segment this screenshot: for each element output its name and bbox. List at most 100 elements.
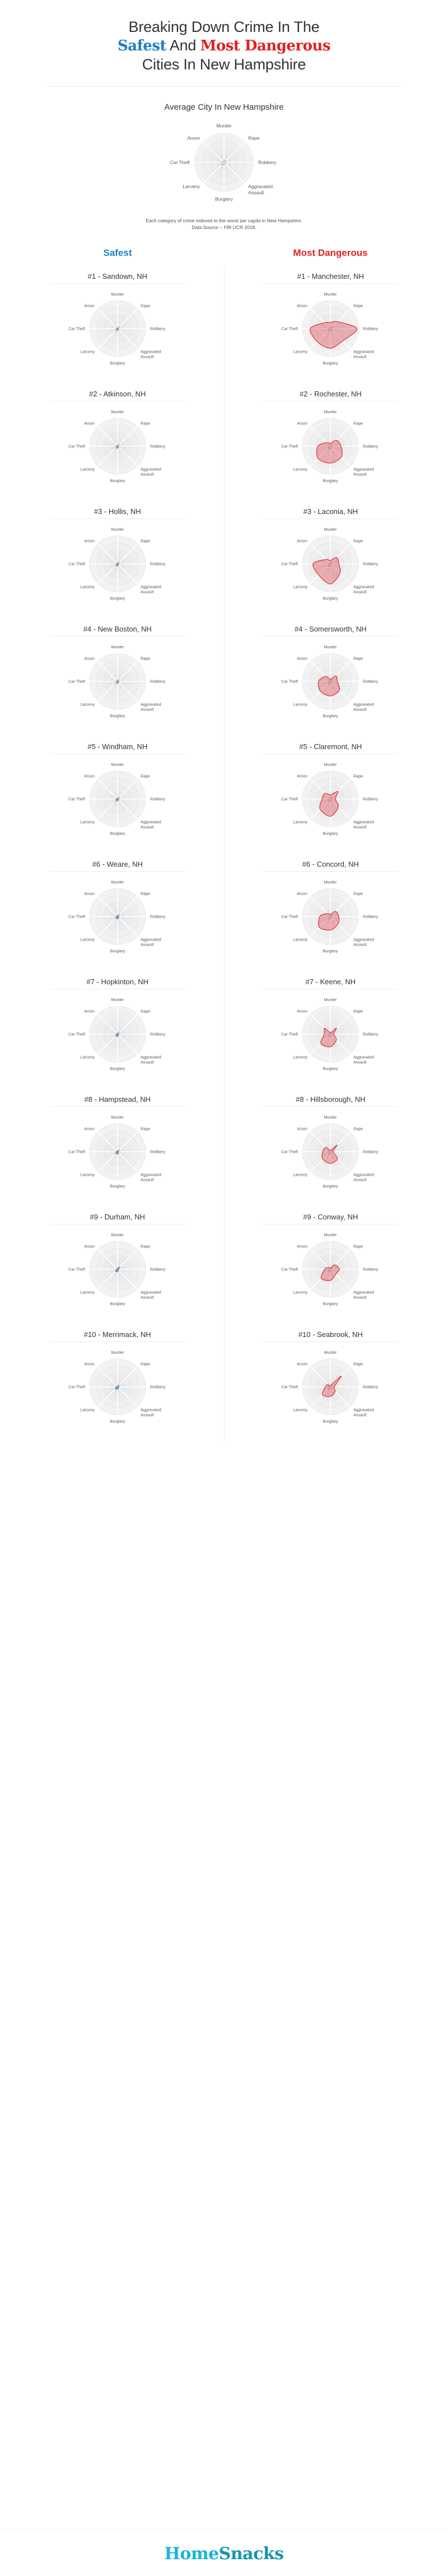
radar-axis-label: Larceny bbox=[80, 1289, 95, 1294]
radar-chart-safest-3: Murder Rape Robbery Aggravated Assault Burgla… bbox=[25, 519, 210, 617]
radar-svg: Murder Rape Robbery Aggravated Assault Burgla… bbox=[68, 1115, 165, 1189]
radar-series-shape bbox=[116, 445, 119, 448]
radar-axis-label: Car Theft bbox=[281, 914, 298, 919]
radar-axis-label: Murder bbox=[111, 644, 124, 649]
radar-chart-dangerous-3: Murder Rape Robbery Aggravated Assault Burgla… bbox=[238, 519, 423, 617]
radar-axis-label: Rape bbox=[353, 420, 363, 426]
radar-axis-label: Arson bbox=[84, 420, 95, 426]
radar-axis-label: Rape bbox=[353, 1126, 363, 1131]
radar-axis-label: Aggravated Assault bbox=[141, 584, 161, 594]
radar-svg: Murder Rape Robbery Aggravated Assault Burgla… bbox=[281, 1115, 378, 1189]
radar-axis-label: Robbery bbox=[363, 1266, 379, 1271]
radar-chart-safest-5: Murder Rape Robbery Aggravated Assault Burgla… bbox=[25, 754, 210, 852]
radar-axis-label: Aggravated Assault bbox=[141, 466, 161, 476]
radar-axis-label: Aggravated Assault bbox=[141, 349, 161, 359]
city-name-label: #9 - Durham, NH bbox=[90, 1213, 145, 1221]
radar-axis-label: Arson bbox=[297, 773, 307, 778]
dangerous-city-cell: #3 - Laconia, NH Murder Rape Robbery Aggrava… bbox=[225, 503, 437, 620]
radar-chart-dangerous-2: Murder Rape Robbery Aggravated Assault Burgla… bbox=[238, 401, 423, 499]
radar-axis-label: Robbery bbox=[150, 443, 166, 448]
safest-city-cell: #10 - Merrimack, NH Murder Rape Robbery Aggr… bbox=[11, 1326, 224, 1443]
radar-axis-label: Rape bbox=[353, 656, 363, 661]
radar-axis-label: Burglary bbox=[323, 361, 338, 366]
city-row: #6 - Weare, NH Murder Rape Robbery Aggravate… bbox=[11, 855, 437, 973]
city-row: #7 - Hopkinton, NH Murder Rape Robbery Aggra… bbox=[11, 973, 437, 1091]
radar-chart-dangerous-5: Murder Rape Robbery Aggravated Assault Burgla… bbox=[238, 754, 423, 852]
radar-svg: Murder Rape Robbery Aggravated Assault Burgla… bbox=[68, 762, 165, 836]
dangerous-city-cell: #8 - Hillsborough, NH Murder Rape Robbery Ag… bbox=[225, 1091, 437, 1208]
dangerous-city-cell: #2 - Rochester, NH Murder Rape Robbery Aggra… bbox=[225, 385, 437, 503]
radar-axis-label: Burglary bbox=[323, 948, 338, 953]
radar-svg: Murder Rape Robbery Aggravated Assault Burgla… bbox=[68, 644, 165, 718]
city-row: #8 - Hampstead, NH Murder Rape Robbery Aggra… bbox=[11, 1091, 437, 1208]
dangerous-city-cell: #7 - Keene, NH Murder Rape Robbery Aggravate… bbox=[225, 973, 437, 1091]
radar-axis-label: Car Theft bbox=[68, 1384, 85, 1389]
safest-city-cell: #2 - Atkinson, NH Murder Rape Robbery Aggrav… bbox=[11, 385, 224, 503]
radar-axis-label: Car Theft bbox=[281, 1149, 298, 1154]
radar-axis-label: Rape bbox=[141, 1243, 150, 1249]
radar-axis-label: Aggravated Assault bbox=[141, 702, 161, 712]
radar-svg: Murder Rape Robbery Aggravated Assault Burgla… bbox=[281, 880, 378, 953]
city-row: #4 - New Boston, NH Murder Rape Robbery Aggr… bbox=[11, 620, 437, 738]
radar-svg: Murder Rape Robbery Aggravated Assault Burgla… bbox=[68, 527, 165, 601]
radar-axis-label: Car Theft bbox=[68, 326, 85, 331]
radar-axis-label: Arson bbox=[84, 1008, 95, 1013]
radar-svg: Murder Rape Robbery Aggravated Assault Burgla… bbox=[281, 997, 378, 1071]
radar-svg: Murder Rape Robbery Aggravated Assault Burgla… bbox=[281, 292, 378, 366]
homesnacks-logo[interactable]: HomeSnacks bbox=[0, 2544, 448, 2564]
radar-axis-label: Arson bbox=[187, 135, 200, 141]
radar-axis-label: Murder bbox=[324, 880, 337, 885]
title-line-3: Cities In New Hampshire bbox=[142, 56, 306, 73]
radar-axis-label: Burglary bbox=[110, 948, 125, 953]
safest-city-cell: #8 - Hampstead, NH Murder Rape Robbery Aggra… bbox=[11, 1091, 224, 1208]
city-name-label: #2 - Rochester, NH bbox=[299, 390, 362, 398]
radar-chart-dangerous-8: Murder Rape Robbery Aggravated Assault Burgla… bbox=[238, 1107, 423, 1205]
radar-axis-label: Rape bbox=[141, 1361, 150, 1366]
radar-axis-label: Rape bbox=[141, 538, 150, 543]
radar-axis-label: Arson bbox=[84, 1361, 95, 1366]
radar-axis-label: Arson bbox=[84, 1126, 95, 1131]
radar-axis-label: Arson bbox=[297, 538, 307, 543]
radar-svg: Murder Rape Robbery Aggravated Assault Burgla… bbox=[68, 1350, 165, 1424]
radar-axis-label: Car Theft bbox=[68, 561, 85, 566]
radar-axis-label: Larceny bbox=[293, 584, 308, 589]
radar-axis-label: Larceny bbox=[293, 937, 308, 942]
radar-chart-safest-10: Murder Rape Robbery Aggravated Assault Burgla… bbox=[25, 1342, 210, 1440]
radar-axis-label: Arson bbox=[297, 1008, 307, 1013]
radar-axis-label: Larceny bbox=[80, 349, 95, 354]
radar-axis-label: Rape bbox=[141, 1008, 150, 1013]
city-name-label: #7 - Keene, NH bbox=[305, 978, 356, 986]
average-city-chart: Murder Rape Robbery Aggravated Assault Burgla… bbox=[11, 114, 437, 215]
radar-axis-label: Rape bbox=[141, 773, 150, 778]
radar-axis-label: Arson bbox=[84, 538, 95, 543]
radar-axis-label: Aggravated Assault bbox=[353, 1407, 374, 1417]
radar-axis-label: Burglary bbox=[323, 713, 338, 718]
radar-axis-label: Larceny bbox=[80, 584, 95, 589]
radar-axis-label: Murder bbox=[324, 762, 337, 767]
radar-chart-safest-1: Murder Rape Robbery Aggravated Assault Burgla… bbox=[25, 284, 210, 382]
city-name-label: #1 - Sandown, NH bbox=[87, 272, 147, 280]
safest-city-cell: #7 - Hopkinton, NH Murder Rape Robbery Aggra… bbox=[11, 973, 224, 1091]
source-line-1: Each category of crime indexed to the wo… bbox=[146, 218, 302, 223]
radar-axis-label: Rape bbox=[353, 1243, 363, 1249]
city-name-label: #10 - Merrimack, NH bbox=[83, 1330, 151, 1339]
radar-axis-label: Burglary bbox=[110, 596, 125, 601]
radar-svg: Murder Rape Robbery Aggravated Assault Burgla… bbox=[281, 644, 378, 718]
radar-chart-dangerous-7: Murder Rape Robbery Aggravated Assault Burgla… bbox=[238, 989, 423, 1087]
radar-chart-dangerous-4: Murder Rape Robbery Aggravated Assault Burgla… bbox=[238, 637, 423, 735]
radar-axis-label: Rape bbox=[141, 656, 150, 661]
radar-series-shape bbox=[116, 328, 119, 331]
radar-svg: Murder Rape Robbery Aggravated Assault Burgla… bbox=[281, 409, 378, 483]
radar-axis-label: Arson bbox=[84, 773, 95, 778]
radar-axis-label: Arson bbox=[84, 1243, 95, 1249]
title-and-word: And bbox=[169, 37, 197, 54]
radar-axis-label: Rape bbox=[353, 1361, 363, 1366]
radar-axis-label: Car Theft bbox=[281, 443, 298, 448]
radar-chart-safest-9: Murder Rape Robbery Aggravated Assault Burgla… bbox=[25, 1224, 210, 1322]
city-row: #5 - Windham, NH Murder Rape Robbery Aggrava… bbox=[11, 738, 437, 855]
radar-axis-label: Larceny bbox=[293, 1054, 308, 1059]
radar-axis-label: Larceny bbox=[293, 1289, 308, 1294]
radar-axis-label: Robbery bbox=[150, 326, 166, 331]
city-name-label: #3 - Hollis, NH bbox=[94, 507, 141, 516]
radar-axis-label: Rape bbox=[353, 538, 363, 543]
